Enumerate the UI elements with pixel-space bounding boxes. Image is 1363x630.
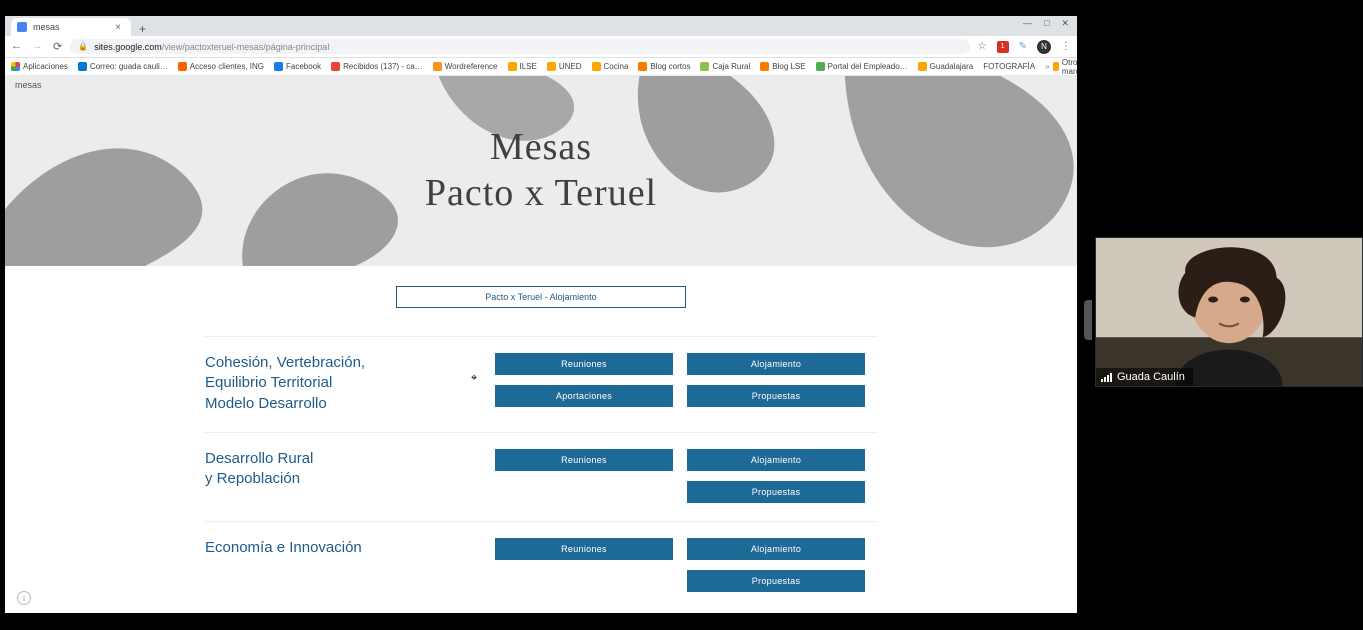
alojamiento-button[interactable]: Alojamiento — [687, 449, 865, 471]
feather-icon[interactable]: ✎ — [1019, 41, 1027, 52]
bookmark-star-icon[interactable]: ☆ — [978, 41, 987, 52]
site-favicon — [17, 22, 27, 32]
bookmarks-bar: Aplicaciones Correo: guada cauli… Acceso… — [5, 58, 1077, 76]
section-cohesion: Cohesión, Vertebración, Equilibrio Terri… — [205, 336, 877, 432]
hero-banner: Mesas Pacto x Teruel — [5, 76, 1077, 266]
bookmark-portal-empleado[interactable]: Portal del Empleado… — [816, 62, 908, 71]
bookmark-cocina[interactable]: Cocina — [592, 62, 629, 71]
reuniones-button[interactable]: Reuniones — [495, 538, 673, 560]
window-controls: — □ ✕ — [1023, 16, 1077, 29]
page-content: mesas Mesas Pacto x Teruel Pacto x Terue… — [5, 76, 1077, 613]
blogger-icon — [760, 62, 769, 71]
apps-button[interactable]: Aplicaciones — [11, 62, 68, 71]
ing-icon — [178, 62, 187, 71]
info-button[interactable]: i — [17, 591, 31, 605]
reuniones-button[interactable]: Reuniones — [495, 449, 673, 471]
section-desarrollo-rural: Desarrollo Rural y Repoblación Reuniones… — [205, 432, 877, 521]
alojamiento-button[interactable]: Alojamiento — [687, 538, 865, 560]
folder-icon — [547, 62, 556, 71]
site-name[interactable]: mesas — [15, 80, 42, 90]
hero-line1: Mesas — [425, 125, 657, 171]
blogger-icon — [638, 62, 647, 71]
portal-icon — [816, 62, 825, 71]
signal-icon — [1101, 373, 1112, 382]
bookmark-wordreference[interactable]: Wordreference — [433, 62, 498, 71]
pill-link-alojamiento[interactable]: Pacto x Teruel - Alojamiento — [396, 286, 686, 308]
bookmark-guadalajara[interactable]: Guadalajara — [918, 62, 974, 71]
caja-icon — [700, 62, 709, 71]
main-content: Pacto x Teruel - Alojamiento Cohesión, V… — [5, 266, 1077, 610]
bookmark-ing[interactable]: Acceso clientes, ING — [178, 62, 264, 71]
alojamiento-button[interactable]: Alojamiento — [687, 353, 865, 375]
participant-name-badge: Guada Caulín — [1096, 368, 1193, 386]
browser-tab[interactable]: mesas × — [11, 18, 131, 36]
tab-title: mesas — [33, 22, 60, 32]
wordref-icon — [433, 62, 442, 71]
bookmark-ilse[interactable]: ILSE — [508, 62, 537, 71]
bookmark-facebook[interactable]: Facebook — [274, 62, 321, 71]
folder-icon — [918, 62, 927, 71]
chevron-right-icon: » — [1045, 62, 1049, 71]
propuestas-button[interactable]: Propuestas — [687, 481, 865, 503]
bookmark-fotografia[interactable]: FOTOGRAFÍA — [983, 62, 1035, 71]
nav-icons: ← → ⟳ — [11, 40, 62, 53]
bookmark-uned[interactable]: UNED — [547, 62, 582, 71]
bookmark-correo[interactable]: Correo: guada cauli… — [78, 62, 168, 71]
hero-title: Mesas Pacto x Teruel — [425, 125, 657, 216]
button-grid: Reuniones Alojamiento Aportaciones Propu… — [495, 353, 865, 414]
browser-menu-icon[interactable]: ⋮ — [1061, 41, 1071, 52]
bookmark-blog-lse[interactable]: Blog LSE — [760, 62, 805, 71]
section-economia: Economía e Innovación Reuniones Alojamie… — [205, 521, 877, 610]
window-maximize-button[interactable]: □ — [1044, 18, 1049, 29]
window-minimize-button[interactable]: — — [1023, 18, 1032, 29]
section-title[interactable]: Desarrollo Rural y Repoblación — [205, 449, 445, 503]
participant-name: Guada Caulín — [1117, 371, 1185, 383]
gmail-icon — [331, 62, 340, 71]
bookmark-caja-rural[interactable]: Caja Rural — [700, 62, 750, 71]
facebook-icon — [274, 62, 283, 71]
video-participant-tile[interactable]: Guada Caulín — [1095, 237, 1363, 387]
browser-window: mesas × + — □ ✕ ← → ⟳ 🔒 sites.google.com… — [5, 16, 1077, 613]
tab-strip: mesas × + — □ ✕ — [5, 16, 1077, 36]
section-title[interactable]: Economía e Innovación — [205, 538, 445, 592]
panel-handle[interactable] — [1084, 300, 1092, 340]
hero-line2: Pacto x Teruel — [425, 171, 657, 217]
reuniones-button[interactable]: Reuniones — [495, 353, 673, 375]
tab-close-icon[interactable]: × — [115, 22, 121, 33]
other-bookmarks[interactable]: » Otros marcadores — [1045, 58, 1077, 76]
folder-icon — [1053, 62, 1059, 71]
forward-button[interactable]: → — [32, 40, 43, 53]
address-bar-row: ← → ⟳ 🔒 sites.google.com/view/pactoxteru… — [5, 36, 1077, 58]
bookmark-blog-cortos[interactable]: Blog cortos — [638, 62, 690, 71]
address-bar[interactable]: 🔒 sites.google.com/view/pactoxteruel-mes… — [70, 39, 969, 54]
bookmark-gmail[interactable]: Recibidos (137) - ca… — [331, 62, 423, 71]
new-tab-button[interactable]: + — [131, 22, 154, 36]
propuestas-button[interactable]: Propuestas — [687, 385, 865, 407]
address-right-icons: ☆ 1 ✎ N ⋮ — [978, 40, 1071, 54]
section-title[interactable]: Cohesión, Vertebración, Equilibrio Terri… — [205, 353, 445, 414]
button-grid: Reuniones Alojamiento Propuestas — [495, 449, 865, 503]
propuestas-button[interactable]: Propuestas — [687, 570, 865, 592]
apps-icon — [11, 62, 20, 71]
outlook-icon — [78, 62, 87, 71]
button-grid: Reuniones Alojamiento Propuestas — [495, 538, 865, 592]
window-close-button[interactable]: ✕ — [1061, 18, 1069, 29]
folder-icon — [508, 62, 517, 71]
lock-icon: 🔒 — [78, 42, 88, 51]
back-button[interactable]: ← — [11, 40, 22, 53]
participant-video — [1096, 238, 1362, 387]
extension-badge[interactable]: 1 — [997, 41, 1009, 53]
reload-button[interactable]: ⟳ — [53, 40, 62, 53]
profile-avatar[interactable]: N — [1037, 40, 1051, 54]
url-text: sites.google.com/view/pactoxteruel-mesas… — [94, 42, 329, 52]
folder-icon — [592, 62, 601, 71]
aportaciones-button[interactable]: Aportaciones — [495, 385, 673, 407]
